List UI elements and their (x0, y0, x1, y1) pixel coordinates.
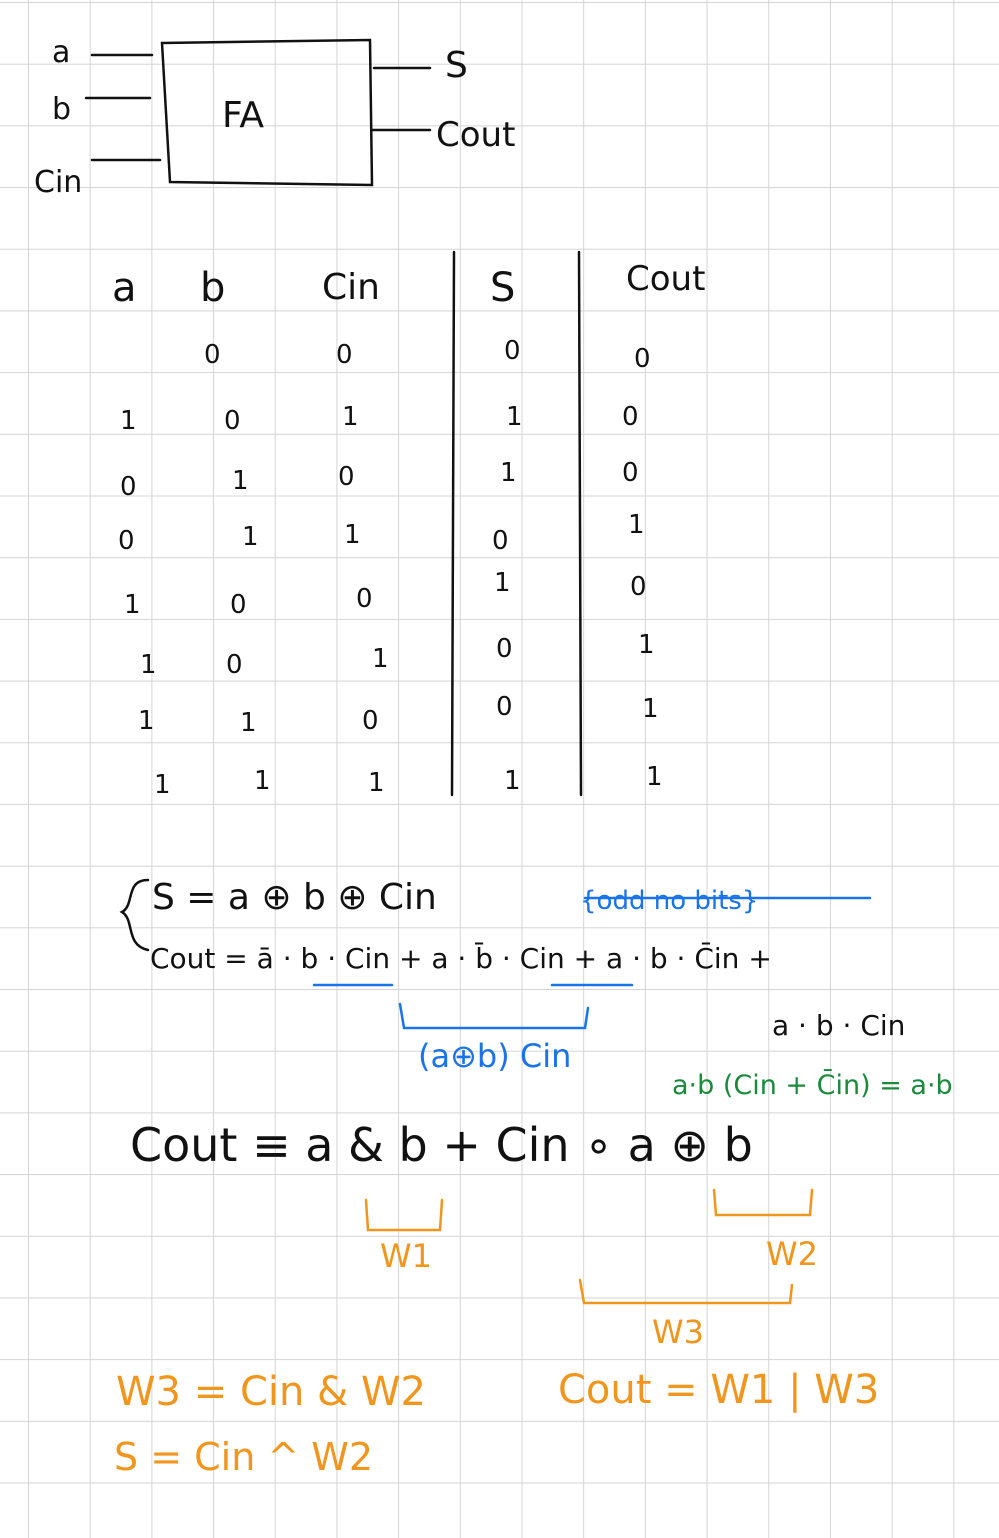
table-header-s: S (490, 265, 516, 311)
system-brace (119, 878, 150, 952)
cell-r7-a: 1 (138, 706, 155, 736)
cell-r3-a: 0 (120, 472, 137, 502)
input-b-label: b (52, 92, 72, 127)
fa-block-label: FA (222, 95, 265, 136)
cell-r5-a: 1 (124, 590, 141, 620)
cell-r3-cin: 0 (338, 462, 355, 492)
full-adder-block (160, 38, 374, 187)
cell-r7-b: 1 (240, 708, 257, 738)
cell-r7-cin: 0 (362, 706, 379, 736)
cell-r8-s: 1 (504, 766, 521, 796)
cout-final: Cout = W1 | W3 (558, 1367, 880, 1413)
cell-r2-a: 1 (120, 406, 137, 436)
label-w2: W2 (766, 1235, 818, 1273)
input-cin-label: Cin (34, 165, 83, 200)
blue-bracket (398, 1002, 590, 1030)
cell-r8-b: 1 (254, 766, 271, 796)
cell-r4-s: 0 (492, 526, 509, 556)
cell-r6-b: 0 (226, 650, 243, 680)
cell-r6-cin: 1 (372, 644, 389, 674)
sum-final: S = Cin ^ W2 (114, 1435, 374, 1479)
cell-r4-cin: 1 (344, 520, 361, 550)
ab-simplification-note: a·b (Cin + C̄in) = a·b (672, 1070, 953, 1101)
cell-r4-cout: 1 (628, 510, 645, 540)
ink-strokes (84, 38, 872, 1305)
cell-r1-cin: 0 (336, 340, 353, 370)
table-header-a: a (112, 265, 137, 311)
cell-r7-cout: 1 (642, 694, 659, 724)
cell-r5-s: 1 (494, 568, 511, 598)
cell-r1-cout: 0 (634, 344, 651, 374)
cout-sop-continuation: a · b · Cin (772, 1009, 906, 1042)
cell-r5-b: 0 (230, 590, 247, 620)
cell-r7-s: 0 (496, 692, 513, 722)
bracket-w3 (578, 1278, 794, 1305)
cell-r2-b: 0 (224, 406, 241, 436)
cell-r3-cout: 0 (622, 458, 639, 488)
cell-r8-cout: 1 (646, 762, 663, 792)
cell-r2-cout: 0 (622, 402, 639, 432)
sum-equation: S = a ⊕ b ⊕ Cin (152, 877, 437, 918)
input-a-label: a (52, 35, 71, 70)
label-w1: W1 (380, 1237, 432, 1275)
cell-r1-b: 0 (204, 340, 221, 370)
table-header-cout: Cout (626, 259, 706, 299)
cell-r5-cin: 0 (356, 584, 373, 614)
table-header-b: b (200, 265, 226, 311)
cell-r6-a: 1 (140, 650, 157, 680)
cout-sop-equation: Cout = ā · b · Cin + a · b̄ · Cin + a · … (150, 942, 772, 975)
table-divider-2 (577, 250, 583, 797)
cell-r8-a: 1 (154, 770, 171, 800)
cell-r5-cout: 0 (630, 572, 647, 602)
cell-r2-s: 1 (506, 402, 523, 432)
table-divider-1 (450, 250, 456, 797)
cell-r2-cin: 1 (342, 402, 359, 432)
output-cout-label: Cout (436, 115, 516, 155)
cell-r4-b: 1 (242, 522, 259, 552)
bracket-w1 (364, 1198, 444, 1232)
cell-r6-cout: 1 (638, 630, 655, 660)
xor-cin-note: (a⊕b) Cin (418, 1037, 572, 1075)
cell-r6-s: 0 (496, 634, 513, 664)
output-s-label: S (445, 45, 468, 86)
cell-r1-s: 0 (504, 336, 521, 366)
cell-r4-a: 0 (118, 526, 135, 556)
label-w3: W3 (652, 1313, 704, 1351)
w3-definition: W3 = Cin & W2 (116, 1369, 426, 1415)
bracket-w2 (712, 1188, 814, 1217)
odd-bits-note: {odd no bits} (580, 886, 759, 916)
table-header-cin: Cin (322, 267, 380, 308)
cell-r3-b: 1 (232, 466, 249, 496)
cout-simplified: Cout ≡ a & b + Cin ∘ a ⊕ b (130, 1118, 753, 1172)
cell-r8-cin: 1 (368, 768, 385, 798)
cell-r3-s: 1 (500, 458, 517, 488)
